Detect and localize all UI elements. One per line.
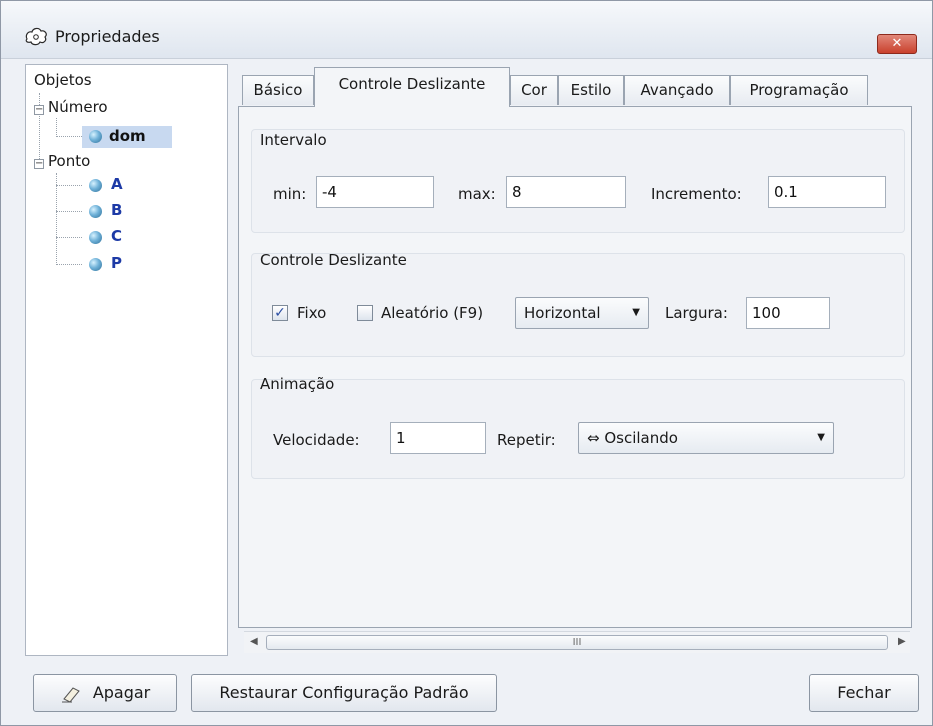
object-ball-icon: [89, 179, 102, 192]
tree-item-b[interactable]: B: [111, 201, 122, 219]
controle-deslizante-title: Controle Deslizante: [260, 251, 407, 269]
chevron-down-icon: ▼: [632, 307, 640, 318]
tree-connector: [56, 211, 82, 212]
object-ball-icon: [89, 231, 102, 244]
intervalo-title: Intervalo: [260, 131, 327, 149]
properties-window: Propriedades ✕ Objetos − Número dom − Po…: [0, 0, 933, 726]
close-button[interactable]: ✕: [877, 34, 917, 54]
tree-connector: [56, 136, 82, 137]
object-ball-icon: [89, 205, 102, 218]
incremento-input[interactable]: 0.1: [768, 176, 886, 208]
aleatorio-label: Aleatório (F9): [381, 304, 484, 322]
tab-programacao[interactable]: Programação: [730, 75, 868, 105]
tree-connector: [56, 237, 82, 238]
window-title: Propriedades: [55, 27, 160, 46]
tree-item-p[interactable]: P: [111, 254, 122, 272]
largura-label: Largura:: [665, 304, 728, 322]
tab-estilo[interactable]: Estilo: [558, 75, 624, 105]
object-tree: Objetos − Número dom − Ponto A B C P: [25, 64, 228, 656]
tree-item-dom[interactable]: dom: [109, 127, 146, 145]
tree-group-numero[interactable]: Número: [48, 98, 108, 116]
title-bar: Propriedades ✕: [1, 1, 932, 59]
tab-basico[interactable]: Básico: [242, 75, 314, 105]
apagar-label: Apagar: [92, 683, 151, 702]
incremento-label: Incremento:: [651, 185, 742, 203]
fechar-button[interactable]: Fechar: [809, 674, 919, 712]
repetir-select[interactable]: ⇔ Oscilando ▼: [578, 422, 834, 454]
fixo-label: Fixo: [297, 304, 327, 322]
scroll-right-icon[interactable]: ▶: [898, 636, 906, 647]
object-ball-icon: [89, 258, 102, 271]
restaurar-button[interactable]: Restaurar Configuração Padrão: [191, 674, 497, 712]
collapse-ponto-icon[interactable]: −: [34, 159, 44, 169]
chevron-down-icon: ▼: [817, 432, 825, 443]
repetir-value: ⇔ Oscilando: [587, 429, 678, 447]
tree-item-a[interactable]: A: [111, 175, 123, 193]
collapse-numero-icon[interactable]: −: [34, 105, 44, 115]
repetir-label: Repetir:: [497, 431, 556, 449]
largura-input[interactable]: 100: [746, 297, 830, 329]
tree-connector: [56, 173, 57, 265]
tree-connector: [56, 118, 57, 137]
properties-icon: [25, 27, 47, 46]
tree-connector: [56, 264, 82, 265]
velocidade-input[interactable]: 1: [390, 422, 486, 454]
tree-root-label: Objetos: [34, 71, 92, 89]
tree-connector: [56, 185, 82, 186]
min-label: min:: [273, 185, 307, 203]
tab-avancado[interactable]: Avançado: [624, 75, 730, 105]
tab-cor[interactable]: Cor: [510, 75, 558, 105]
max-input[interactable]: 8: [506, 176, 626, 208]
scroll-left-icon[interactable]: ◀: [250, 636, 258, 647]
apagar-button[interactable]: Apagar: [33, 674, 177, 712]
min-input[interactable]: -4: [316, 176, 434, 208]
scroll-thumb[interactable]: III: [266, 635, 888, 650]
horizontal-scrollbar[interactable]: ◀ III ▶: [244, 631, 910, 653]
fixo-checkbox[interactable]: ✓: [272, 305, 288, 321]
max-label: max:: [458, 185, 496, 203]
velocidade-label: Velocidade:: [273, 431, 360, 449]
tree-group-ponto[interactable]: Ponto: [48, 152, 90, 170]
orientation-value: Horizontal: [524, 304, 601, 322]
tree-item-c[interactable]: C: [111, 227, 122, 245]
close-icon: ✕: [891, 36, 903, 51]
aleatorio-checkbox[interactable]: [357, 305, 373, 321]
eraser-icon: [61, 686, 80, 703]
animacao-title: Animação: [260, 375, 335, 393]
orientation-select[interactable]: Horizontal ▼: [515, 297, 649, 329]
tab-controle-deslizante[interactable]: Controle Deslizante: [314, 67, 510, 107]
object-ball-icon: [89, 130, 102, 143]
